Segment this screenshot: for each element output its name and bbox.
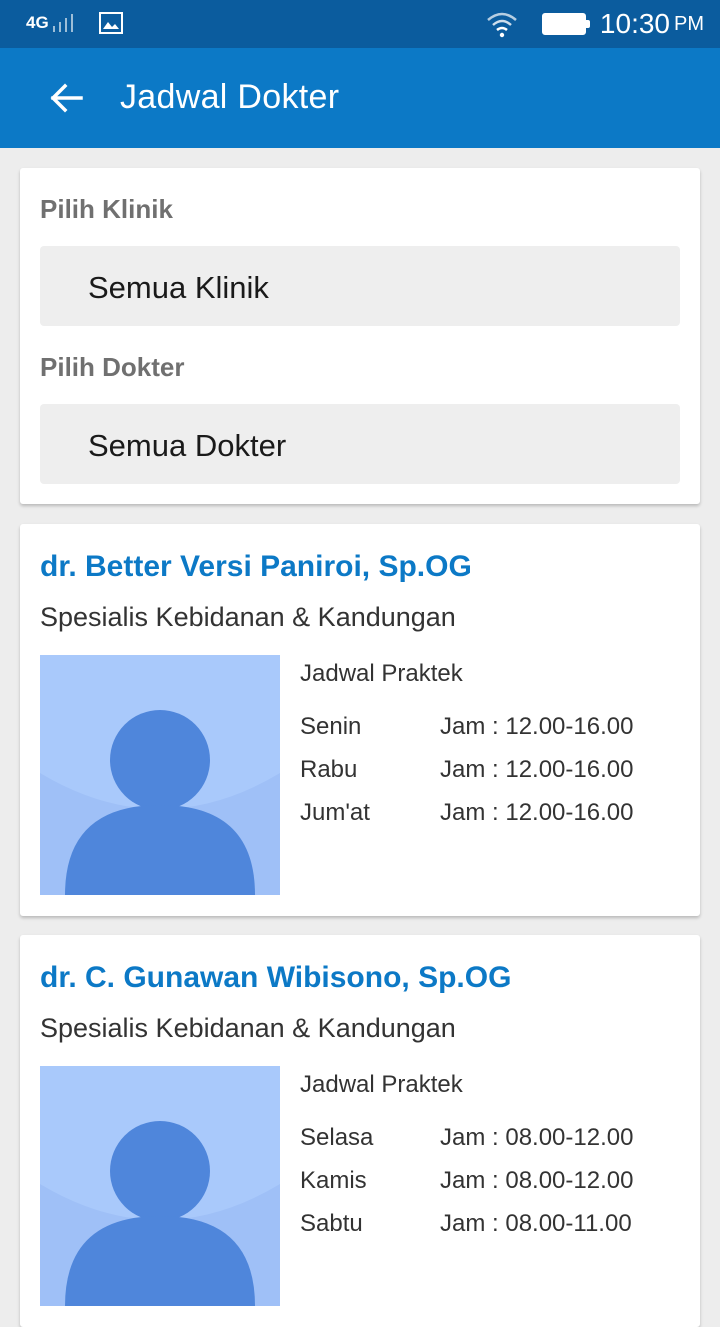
- doctor-label: Pilih Dokter: [40, 352, 185, 382]
- schedule-day: Rabu: [300, 756, 358, 783]
- schedule-time: Jam : 08.00-12.00: [440, 1167, 634, 1194]
- clinic-selected-value: Semua Klinik: [88, 270, 269, 305]
- battery-icon: [541, 13, 590, 35]
- clinic-dropdown[interactable]: Semua Klinik: [40, 246, 680, 326]
- schedule-day: Sabtu: [300, 1210, 363, 1237]
- schedule-time: Jam : 12.00-16.00: [440, 713, 634, 740]
- arrow-left-icon: [50, 83, 83, 113]
- wifi-icon: [487, 12, 517, 38]
- status-right: 10:30 PM: [486, 8, 704, 40]
- status-bar: 4G 10:30 PM: [0, 0, 720, 48]
- network-type: 4G: [26, 13, 49, 32]
- image-notification-icon: [98, 12, 123, 34]
- schedule-time: Jam : 12.00-16.00: [440, 756, 634, 783]
- doctor-specialty: Spesialis Kebidanan & Kandungan: [40, 602, 456, 632]
- clinic-label: Pilih Klinik: [40, 194, 173, 224]
- page-title: Jadwal Dokter: [120, 78, 340, 116]
- schedule-title: Jadwal Praktek: [300, 660, 463, 687]
- doctor-card[interactable]: dr. Better Versi Paniroi, Sp.OG Spesiali…: [20, 524, 700, 916]
- clock-ampm: PM: [674, 12, 704, 35]
- doctor-specialty: Spesialis Kebidanan & Kandungan: [40, 1013, 456, 1043]
- doctor-dropdown[interactable]: Semua Dokter: [40, 404, 680, 484]
- doctor-name: dr. Better Versi Paniroi, Sp.OG: [40, 550, 472, 583]
- doctor-selected-value: Semua Dokter: [88, 428, 287, 463]
- doctor-avatar: [40, 655, 280, 895]
- person-placeholder-icon: [40, 1066, 280, 1306]
- signal-icon: [52, 14, 77, 32]
- back-button[interactable]: [38, 74, 94, 122]
- doctor-card[interactable]: dr. C. Gunawan Wibisono, Sp.OG Spesialis…: [20, 935, 700, 1327]
- schedule-title: Jadwal Praktek: [300, 1071, 463, 1098]
- schedule-day: Jum'at: [300, 799, 370, 826]
- clock-time: 10:30: [599, 8, 670, 39]
- doctor-name: dr. C. Gunawan Wibisono, Sp.OG: [40, 961, 512, 994]
- app-bar: Jadwal Dokter: [0, 48, 720, 148]
- schedule-day: Senin: [300, 713, 362, 740]
- schedule-day: Kamis: [300, 1167, 367, 1194]
- schedule-day: Selasa: [300, 1124, 374, 1151]
- person-placeholder-icon: [40, 655, 280, 895]
- schedule-time: Jam : 12.00-16.00: [440, 799, 634, 826]
- status-left: 4G: [26, 12, 123, 34]
- schedule-time: Jam : 08.00-12.00: [440, 1124, 634, 1151]
- filter-card: Pilih Klinik Semua Klinik Pilih Dokter S…: [20, 168, 700, 504]
- schedule-time: Jam : 08.00-11.00: [440, 1210, 632, 1237]
- doctor-avatar: [40, 1066, 280, 1306]
